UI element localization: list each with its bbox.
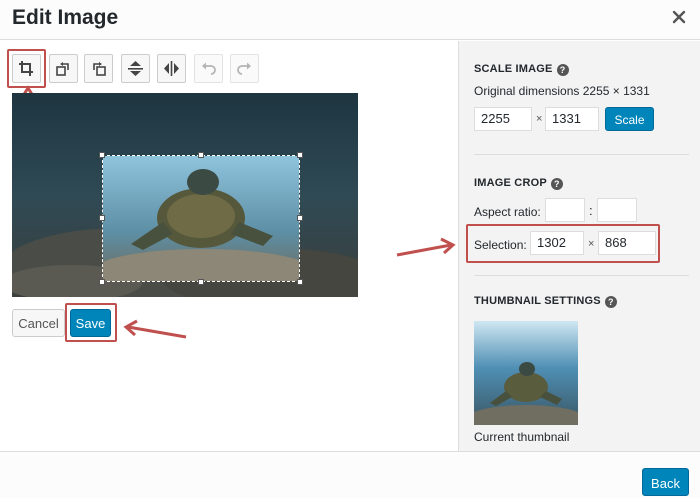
crop-handle[interactable]	[198, 279, 204, 285]
crop-handle[interactable]	[297, 279, 303, 285]
crop-preview	[103, 156, 299, 281]
dialog-footer: Back	[0, 451, 700, 498]
scale-width-input[interactable]: 2255	[474, 107, 532, 131]
cancel-button[interactable]: Cancel	[12, 309, 65, 337]
flip-vertical-button[interactable]	[121, 54, 150, 83]
rotate-left-button[interactable]	[49, 54, 78, 83]
image-editor: Cancel Save	[0, 41, 458, 451]
thumbnail-title-text: THUMBNAIL SETTINGS	[474, 295, 601, 307]
image-canvas[interactable]	[12, 93, 358, 297]
back-button-label: Back	[651, 476, 680, 491]
aspect-height-input[interactable]	[597, 198, 637, 222]
crop-handle[interactable]	[297, 215, 303, 221]
aspect-colon: :	[589, 203, 593, 218]
cancel-button-label: Cancel	[18, 316, 59, 331]
dialog-title: Edit Image	[12, 6, 119, 29]
arrow-left-icon	[123, 319, 187, 339]
save-highlight	[65, 303, 117, 342]
redo-icon	[237, 62, 251, 75]
scale-section-title: SCALE IMAGE?	[474, 63, 569, 76]
aspect-width-input[interactable]	[545, 198, 585, 222]
crop-selection[interactable]	[102, 155, 300, 282]
original-dimensions: Original dimensions 2255 × 1331	[474, 84, 650, 98]
crop-handle[interactable]	[198, 152, 204, 158]
thumbnail-caption: Current thumbnail	[474, 430, 570, 444]
rotate-right-button[interactable]	[84, 54, 113, 83]
redo-button[interactable]	[230, 54, 259, 83]
help-icon[interactable]: ?	[550, 178, 563, 190]
help-icon[interactable]: ?	[604, 296, 617, 308]
times-symbol: ×	[536, 113, 543, 125]
crop-highlight	[7, 49, 46, 88]
scale-button-label: Scale	[614, 113, 645, 127]
crop-handle[interactable]	[297, 152, 303, 158]
back-button[interactable]: Back	[642, 468, 689, 496]
scale-height-input[interactable]: 1331	[545, 107, 599, 131]
current-thumbnail-image	[474, 321, 578, 425]
crop-handle[interactable]	[99, 279, 105, 285]
thumbnail-section-title: THUMBNAIL SETTINGS?	[474, 295, 617, 308]
selection-highlight	[466, 224, 660, 263]
thumbnail-turtle	[474, 321, 578, 425]
scale-title-text: SCALE IMAGE	[474, 63, 553, 75]
crop-handle[interactable]	[99, 152, 105, 158]
dialog-header: Edit Image	[0, 0, 700, 40]
settings-panel: SCALE IMAGE? Original dimensions 2255 × …	[458, 41, 700, 451]
help-icon[interactable]: ?	[556, 64, 569, 76]
close-icon[interactable]	[670, 8, 688, 26]
crop-section-title: IMAGE CROP?	[474, 177, 563, 190]
flip-horizontal-button[interactable]	[157, 54, 186, 83]
undo-button[interactable]	[194, 54, 223, 83]
scale-button[interactable]: Scale	[605, 107, 654, 131]
crop-handle[interactable]	[99, 215, 105, 221]
divider	[474, 275, 689, 276]
aspect-ratio-label: Aspect ratio:	[474, 205, 541, 219]
flip-horizontal-icon	[164, 61, 179, 76]
crop-title-text: IMAGE CROP	[474, 177, 547, 189]
rotate-right-icon	[93, 62, 106, 76]
rotate-left-icon	[56, 62, 69, 76]
flip-vertical-icon	[128, 61, 143, 76]
undo-icon	[202, 62, 216, 75]
divider	[474, 154, 689, 155]
arrow-right-icon	[396, 237, 456, 257]
